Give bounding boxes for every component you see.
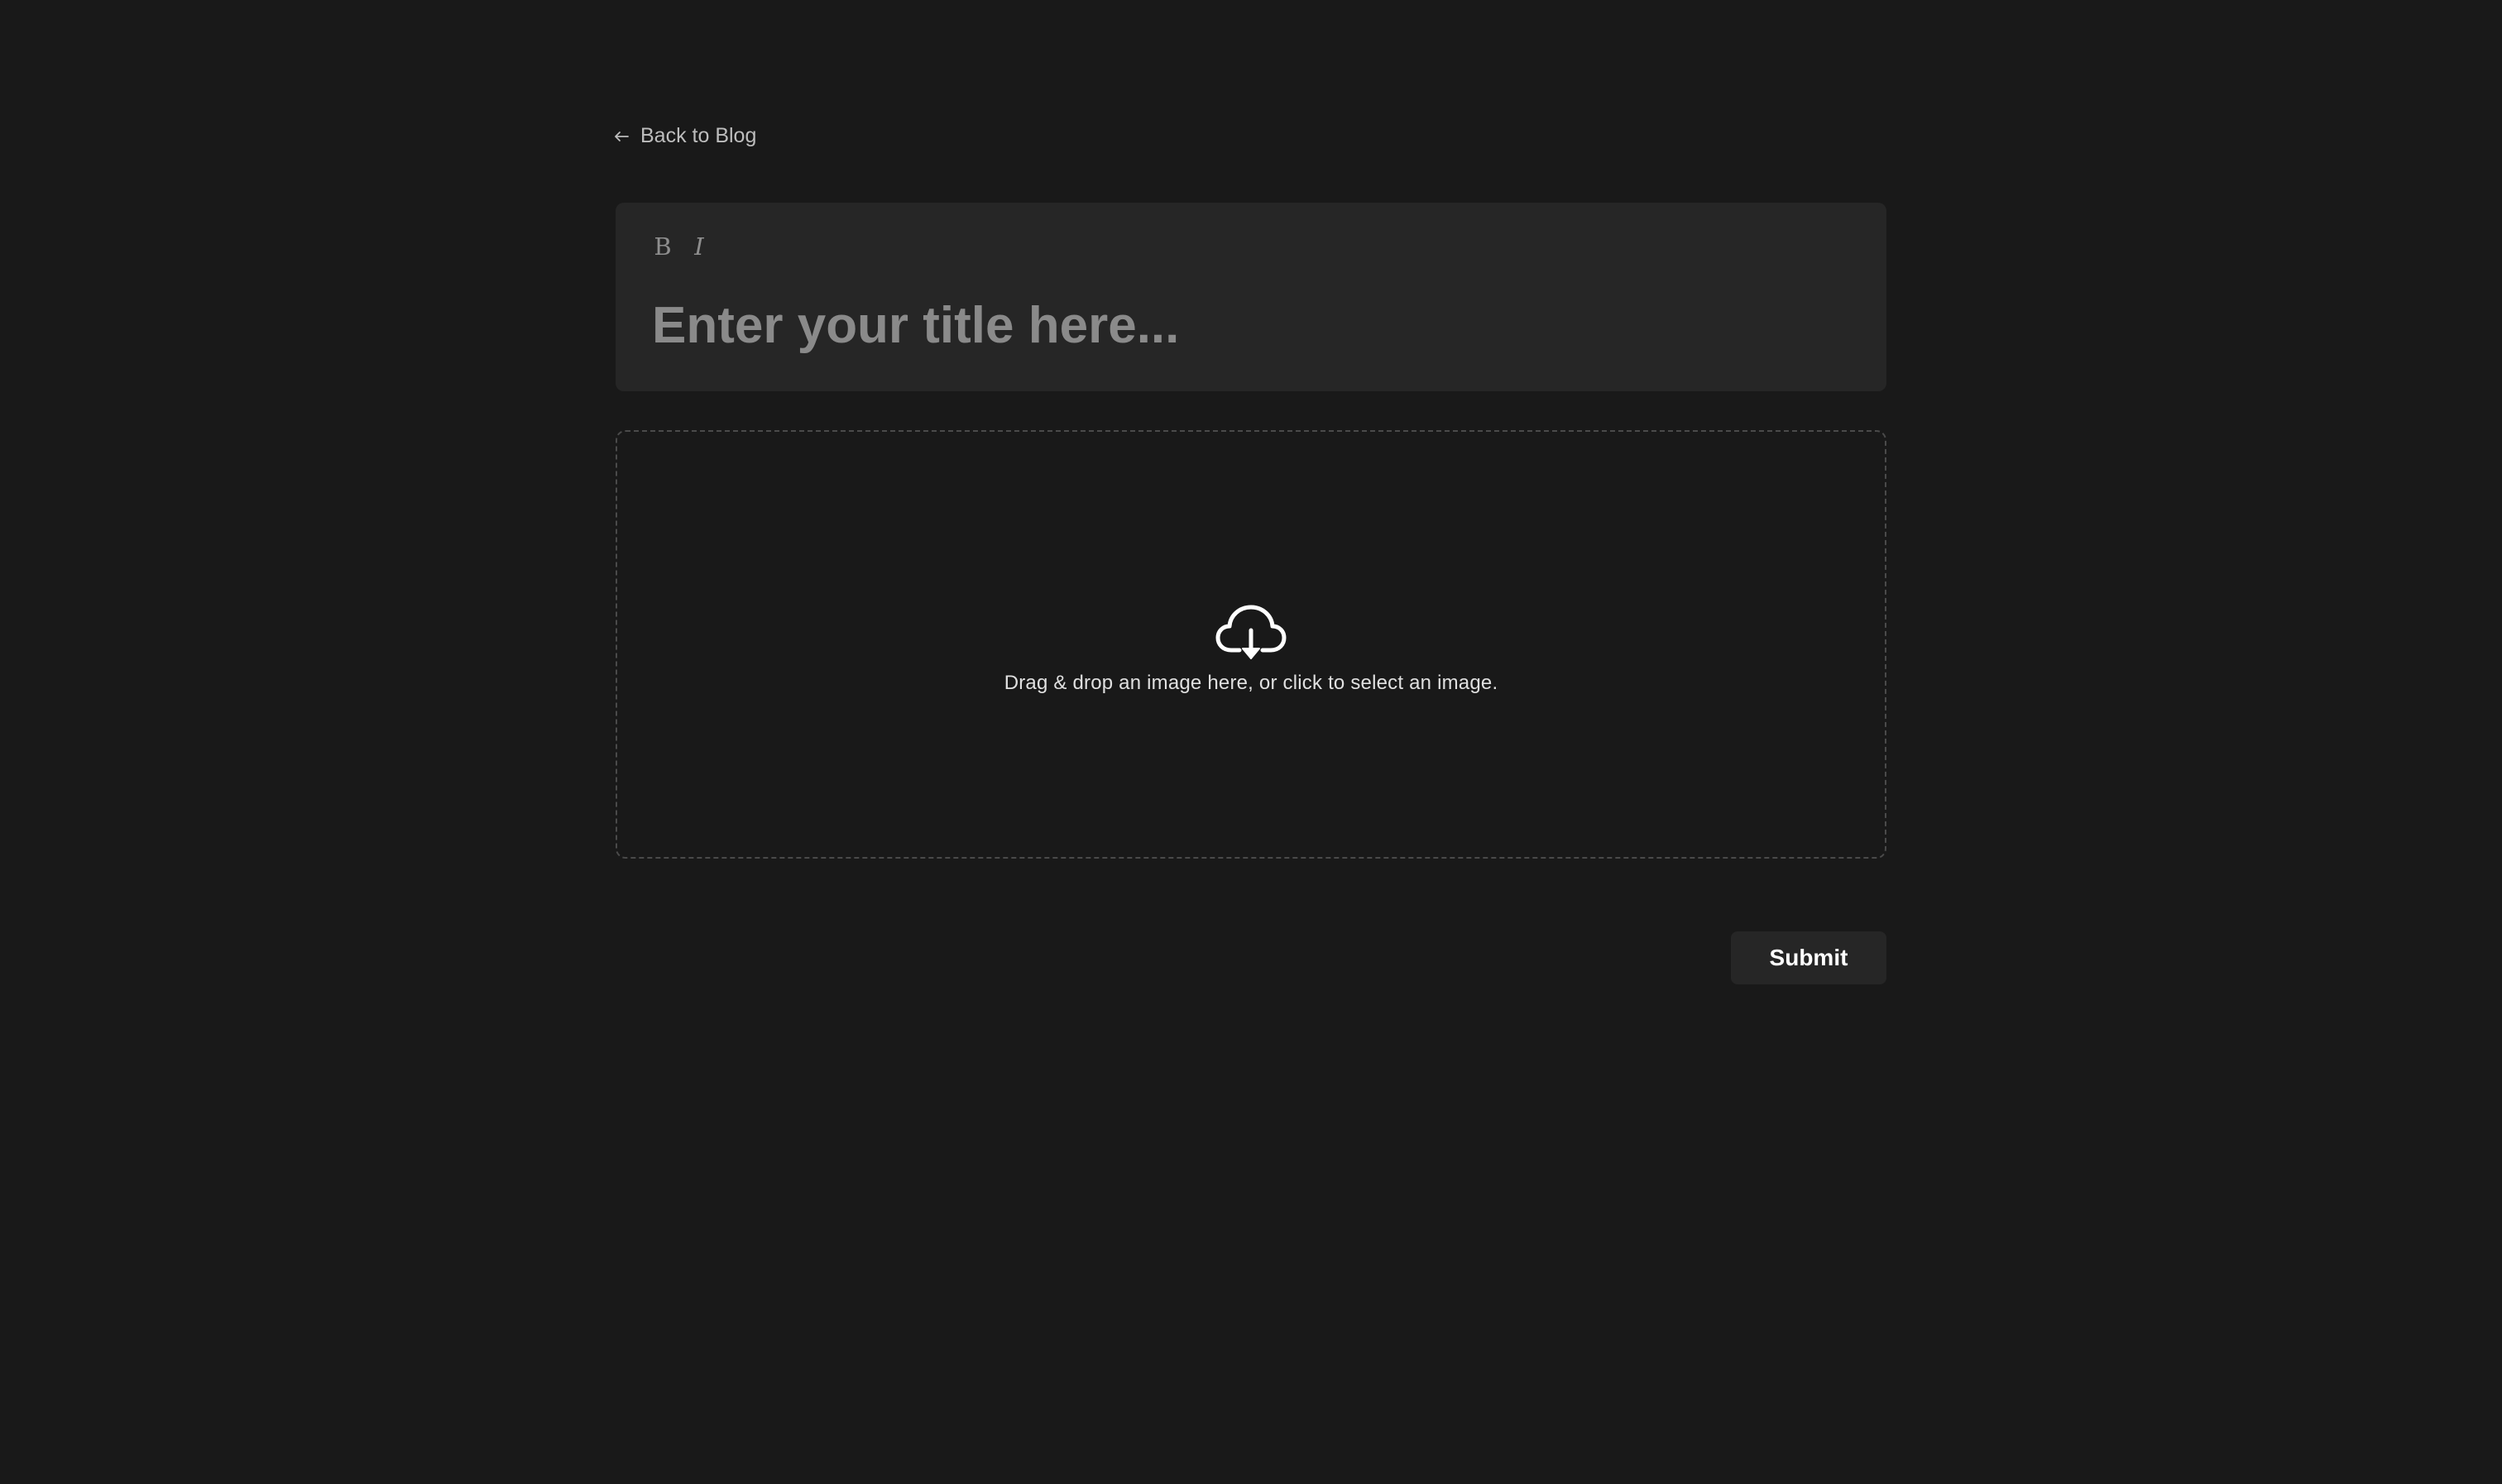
italic-button[interactable]: I bbox=[688, 234, 710, 259]
new-post-page: Back to Blog B I Drag & drop an image he… bbox=[0, 0, 2502, 1484]
title-input[interactable] bbox=[652, 292, 1843, 358]
back-to-blog-link[interactable]: Back to Blog bbox=[614, 124, 756, 148]
submit-button[interactable]: Submit bbox=[1731, 931, 1886, 984]
format-toolbar: B I bbox=[652, 234, 710, 259]
image-dropzone[interactable]: Drag & drop an image here, or click to s… bbox=[616, 430, 1886, 859]
title-editor: B I bbox=[616, 203, 1886, 391]
back-to-blog-label: Back to Blog bbox=[640, 124, 757, 147]
bold-button[interactable]: B bbox=[652, 234, 673, 259]
cloud-download-icon bbox=[1215, 605, 1287, 659]
dropzone-instructions: Drag & drop an image here, or click to s… bbox=[1004, 672, 1498, 694]
dropzone-content: Drag & drop an image here, or click to s… bbox=[617, 602, 1885, 695]
arrow-left-icon bbox=[615, 131, 629, 141]
